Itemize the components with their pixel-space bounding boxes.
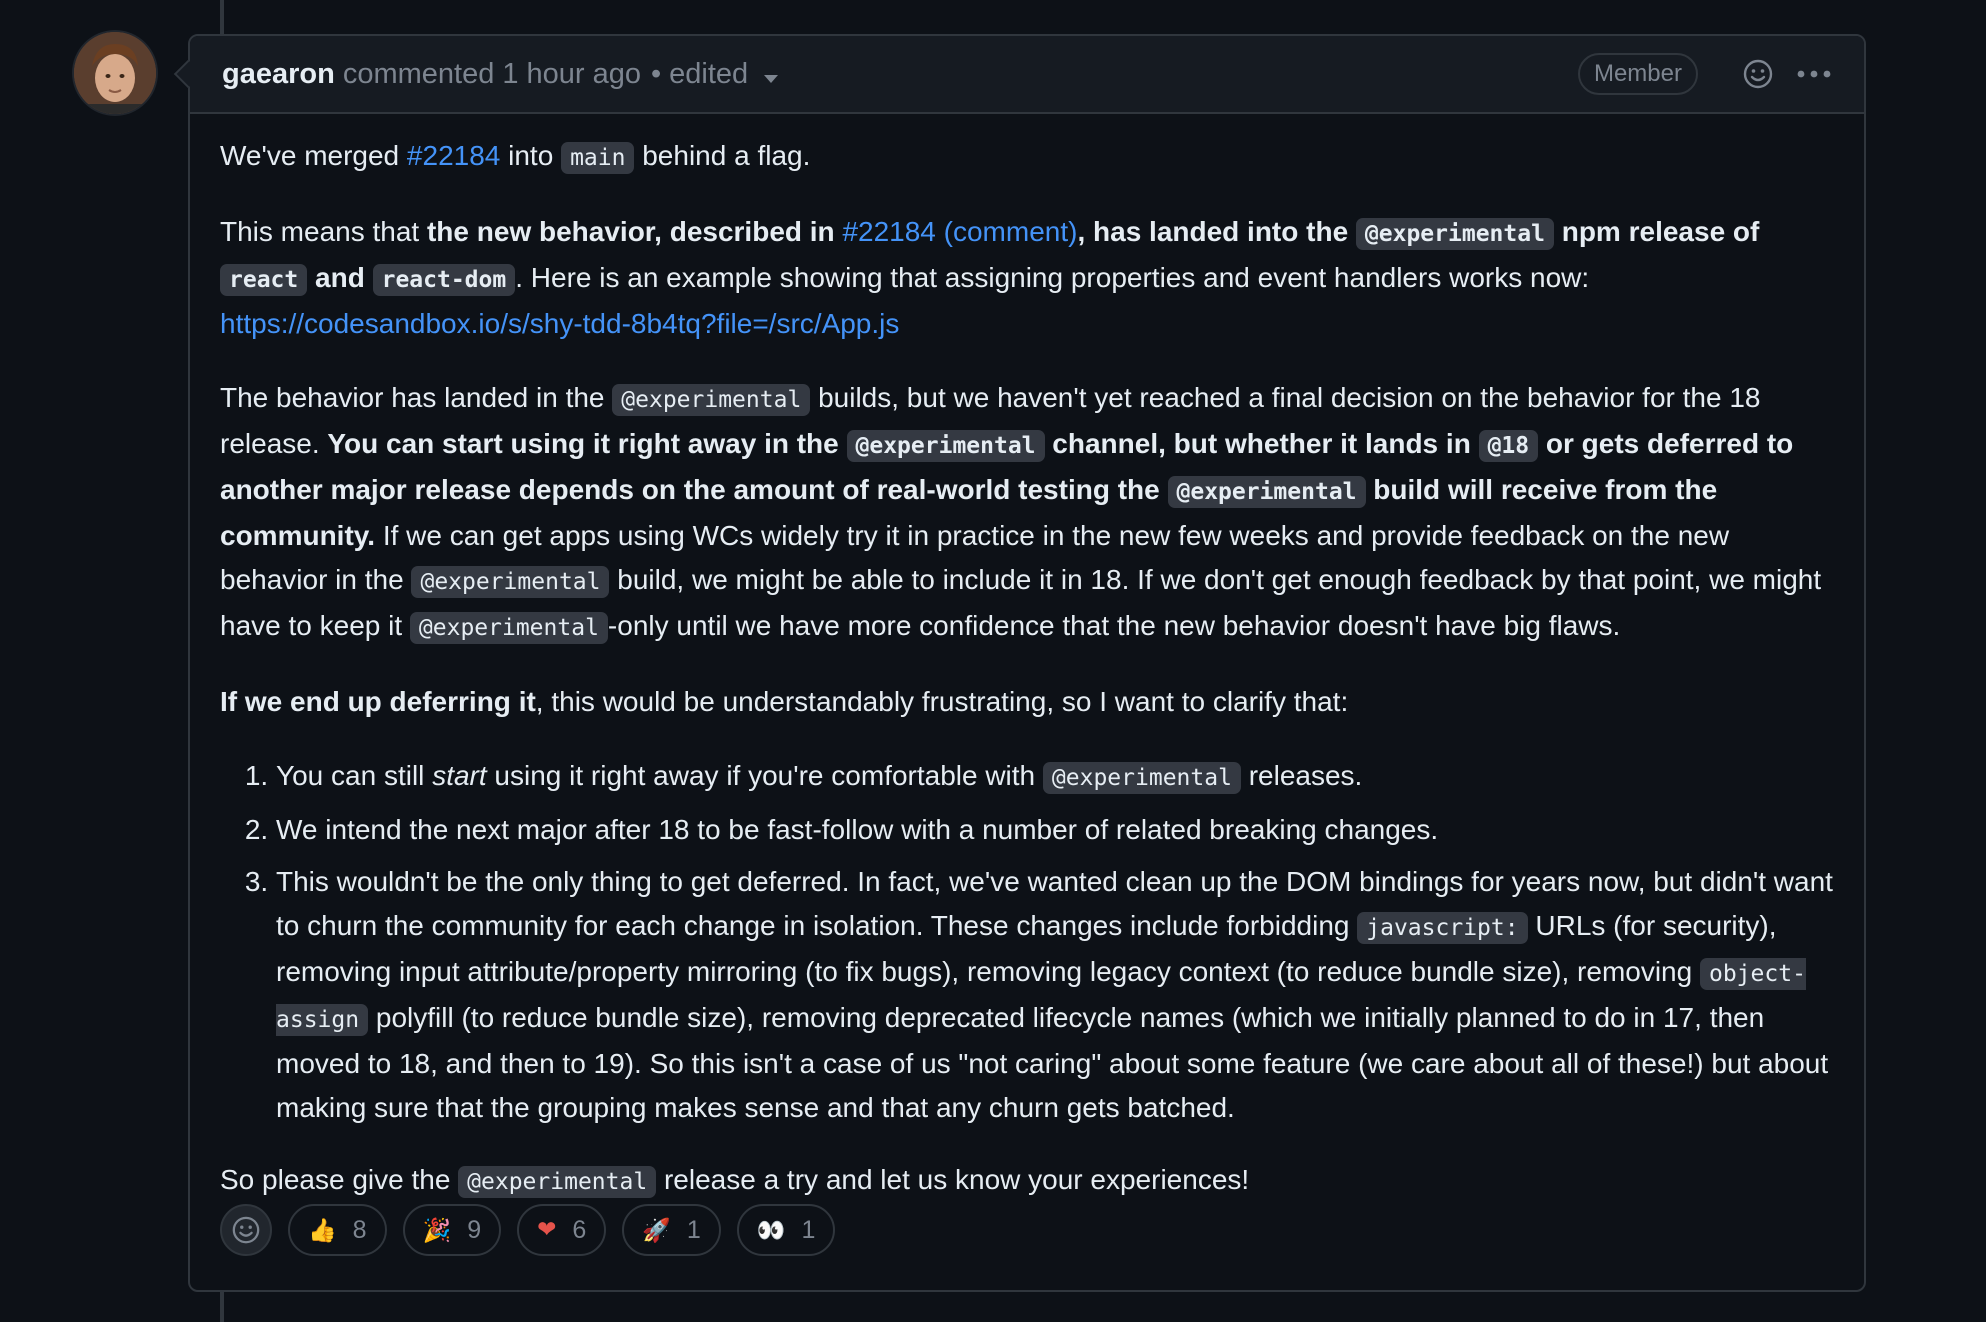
inline-code: @experimental bbox=[411, 566, 610, 598]
reaction-count: 1 bbox=[801, 1215, 816, 1244]
inline-code: @experimental bbox=[846, 430, 1045, 462]
bold-text: the new behavior, described in bbox=[426, 216, 843, 247]
text: release a try and let us know your exper… bbox=[656, 1164, 1250, 1195]
text: behind a flag. bbox=[634, 140, 811, 171]
more-options-button[interactable] bbox=[1794, 54, 1834, 94]
chevron-down-icon bbox=[764, 74, 779, 83]
edited-label: edited bbox=[669, 57, 749, 90]
comment-box: gaearon commented 1 hour ago • edited Me… bbox=[188, 34, 1866, 1292]
text: -only until we have more confidence that… bbox=[607, 610, 1621, 641]
paragraph-3: The behavior has landed in the @experime… bbox=[220, 376, 1834, 650]
inline-code: main bbox=[561, 142, 635, 174]
text: So please give the bbox=[220, 1164, 459, 1195]
inline-code: @experimental bbox=[1042, 762, 1241, 794]
inline-code: react-dom bbox=[372, 264, 516, 296]
text: , this would be understandably frustrati… bbox=[535, 686, 1349, 717]
italic-text: start bbox=[432, 760, 487, 791]
reaction-count: 8 bbox=[352, 1215, 367, 1244]
reactions-bar: 👍 8 🎉 9 ❤ 6 🚀 1 👀 1 bbox=[220, 1204, 851, 1256]
bold-text: channel, but whether it lands in bbox=[1044, 428, 1479, 459]
list-item: We intend the next major after 18 to be … bbox=[276, 808, 1834, 852]
heart-icon: ❤ bbox=[537, 1217, 557, 1243]
reaction-count: 6 bbox=[572, 1215, 587, 1244]
inline-code: @experimental bbox=[1167, 476, 1366, 508]
list-item: You can still start using it right away … bbox=[276, 754, 1834, 800]
kebab-horizontal-icon bbox=[1797, 70, 1831, 78]
bold-text: You can start using it right away in the bbox=[327, 428, 847, 459]
list-item: This wouldn't be the only thing to get d… bbox=[276, 860, 1834, 1130]
avatar-image bbox=[74, 32, 156, 114]
comment-link[interactable]: #22184 (comment) bbox=[842, 216, 1077, 247]
add-reaction-button[interactable] bbox=[220, 1204, 272, 1256]
reaction-rocket[interactable]: 🚀 1 bbox=[622, 1204, 721, 1256]
edited-dropdown[interactable]: edited bbox=[669, 57, 779, 91]
inline-code: react bbox=[220, 264, 308, 296]
bold-text: npm release of bbox=[1553, 216, 1760, 247]
author-name[interactable]: gaearon bbox=[222, 58, 335, 91]
thumbs-up-icon: 👍 bbox=[308, 1217, 337, 1244]
timestamp[interactable]: 1 hour ago bbox=[502, 58, 641, 91]
codesandbox-link[interactable]: https://codesandbox.io/s/shy-tdd-8b4tq?f… bbox=[220, 308, 899, 339]
ordered-list: You can still start using it right away … bbox=[220, 754, 1834, 1130]
text: polyfill (to reduce bundle size), removi… bbox=[276, 1002, 1829, 1123]
member-badge: Member bbox=[1577, 53, 1698, 95]
eyes-icon: 👀 bbox=[756, 1217, 786, 1244]
paragraph-2: This means that the new behavior, descri… bbox=[220, 210, 1834, 346]
avatar[interactable] bbox=[74, 32, 156, 114]
reaction-eyes[interactable]: 👀 1 bbox=[736, 1204, 836, 1256]
paragraph-4: If we end up deferring it, this would be… bbox=[220, 680, 1834, 724]
reaction-count: 1 bbox=[686, 1215, 701, 1244]
inline-code: javascript: bbox=[1357, 912, 1528, 944]
text: You can still bbox=[276, 760, 433, 791]
bold-text: , has landed into the bbox=[1077, 216, 1356, 247]
text: into bbox=[500, 140, 562, 171]
inline-code: @experimental bbox=[612, 384, 811, 416]
reaction-heart[interactable]: ❤ 6 bbox=[517, 1204, 607, 1256]
paragraph-1: We've merged #22184 into main behind a f… bbox=[220, 134, 1834, 180]
reaction-count: 9 bbox=[467, 1215, 482, 1244]
smiley-icon bbox=[1743, 59, 1773, 89]
inline-code: @experimental bbox=[409, 612, 608, 644]
text: . Here is an example showing that assign… bbox=[515, 262, 1590, 293]
text: We intend the next major after 18 to be … bbox=[276, 814, 1439, 845]
inline-code: @experimental bbox=[1355, 218, 1554, 250]
reaction-thumbs-up[interactable]: 👍 8 bbox=[288, 1204, 387, 1256]
paragraph-5: So please give the @experimental release… bbox=[220, 1158, 1834, 1204]
comment-body: We've merged #22184 into main behind a f… bbox=[190, 114, 1864, 1204]
text: releases. bbox=[1240, 760, 1363, 791]
text: We've merged bbox=[220, 140, 407, 171]
rocket-icon: 🚀 bbox=[642, 1217, 671, 1244]
text: The behavior has landed in the bbox=[220, 382, 613, 413]
bold-text: If we end up deferring it bbox=[220, 686, 536, 717]
reaction-tada[interactable]: 🎉 9 bbox=[402, 1204, 502, 1256]
action-text: commented bbox=[342, 57, 495, 90]
issue-link[interactable]: #22184 bbox=[407, 140, 500, 171]
text: This means that bbox=[220, 216, 427, 247]
tada-icon: 🎉 bbox=[422, 1217, 452, 1244]
text: using it right away if you're comfortabl… bbox=[486, 760, 1043, 791]
inline-code: @experimental bbox=[458, 1166, 657, 1198]
comment-header: gaearon commented 1 hour ago • edited Me… bbox=[190, 36, 1864, 114]
separator: • bbox=[651, 57, 662, 90]
inline-code: @18 bbox=[1478, 430, 1539, 462]
bold-text: and bbox=[307, 262, 373, 293]
add-reaction-button[interactable] bbox=[1738, 54, 1778, 94]
smiley-icon bbox=[232, 1216, 260, 1244]
